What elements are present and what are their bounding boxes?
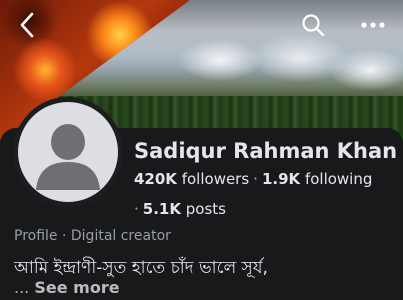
stats-separator: · [253,170,258,188]
posts-count: 5.1K [142,200,181,218]
profile-name: Sadiqur Rahman Khan [134,139,398,163]
search-button[interactable] [298,10,328,40]
following-link[interactable]: 1.9K following [262,170,372,188]
posts-stats: · 5.1K posts [134,200,226,218]
posts-label: posts [185,200,226,218]
following-count: 1.9K [261,170,301,188]
more-horizontal-icon [361,22,385,28]
followers-link[interactable]: 420K followers [134,170,249,188]
bio-see-more: ... See more [14,278,120,297]
followers-count: 420K [134,170,177,188]
follow-stats: 420K followers · 1.9K following [134,170,372,188]
following-label: following [304,170,373,188]
see-more-button[interactable]: See more [34,278,119,297]
posts-link[interactable]: 5.1K posts [143,200,226,218]
avatar-placeholder [18,102,118,202]
search-icon [302,14,325,37]
posts-separator: · [134,200,139,218]
back-button[interactable] [12,10,42,40]
default-user-icon [36,124,100,190]
followers-label: followers [181,170,250,188]
profile-category: Profile · Digital creator [14,228,171,244]
profile-avatar[interactable] [13,97,123,207]
more-options-button[interactable] [358,10,388,40]
bio-ellipsis: ... [14,278,30,297]
chevron-left-icon [20,12,34,38]
